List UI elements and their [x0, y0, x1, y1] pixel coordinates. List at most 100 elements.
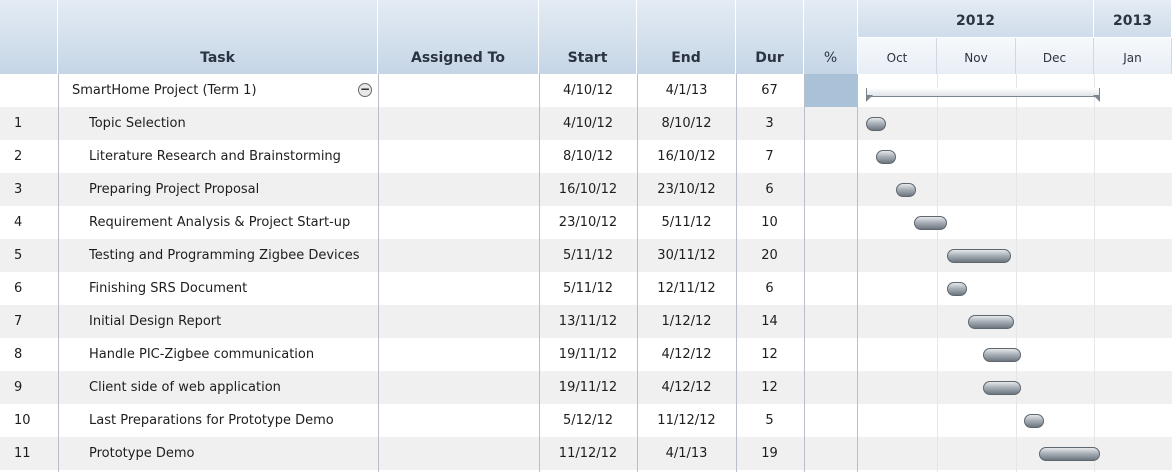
task-end: 1/12/12: [661, 314, 712, 329]
start-header-label: Start: [567, 50, 608, 66]
row-number-header[interactable]: [0, 0, 58, 74]
task-name: Last Preparations for Prototype Demo: [89, 413, 334, 428]
task-end: 4/12/12: [661, 347, 712, 362]
task-start: 5/12/12: [562, 413, 614, 428]
row-number: 10: [14, 413, 31, 428]
task-name: Handle PIC-Zigbee communication: [89, 347, 315, 362]
collapse-icon[interactable]: −: [358, 83, 372, 97]
task-column-header[interactable]: Task: [58, 0, 378, 74]
month-oct-header: Oct: [858, 38, 937, 74]
row-number: 5: [14, 248, 23, 263]
task-bar[interactable]: [914, 216, 948, 230]
task-header-label: Task: [200, 50, 235, 66]
task-end: 12/11/12: [657, 281, 716, 296]
column-divider: [539, 74, 540, 472]
row-number: 3: [14, 182, 23, 197]
task-bar[interactable]: [865, 117, 886, 131]
task-duration: 3: [765, 116, 774, 131]
task-bar[interactable]: [982, 348, 1022, 362]
task-bar[interactable]: [947, 282, 968, 296]
column-divider: [857, 74, 858, 472]
month-jan-header: Jan: [1094, 38, 1172, 74]
duration-column-header[interactable]: Dur: [736, 0, 804, 74]
task-end: 8/10/12: [661, 116, 712, 131]
task-start: 5/11/12: [562, 248, 614, 263]
summary-bar[interactable]: [865, 88, 1101, 102]
task-start: 5/11/12: [562, 281, 614, 296]
row-number: 6: [14, 281, 23, 296]
task-name: Finishing SRS Document: [89, 281, 248, 296]
percent-header-label: %: [823, 50, 838, 66]
task-duration: 10: [761, 215, 778, 230]
task-start: 19/11/12: [558, 380, 618, 395]
task-name: Testing and Programming Zigbee Devices: [89, 248, 360, 263]
summary-start: 4/10/12: [562, 83, 614, 98]
task-start: 4/10/12: [562, 116, 614, 131]
row-number: 2: [14, 149, 23, 164]
table-row[interactable]: 10 Last Preparations for Prototype Demo …: [0, 404, 1172, 437]
percent-column-header[interactable]: %: [804, 0, 858, 74]
table-row[interactable]: 2 Literature Research and Brainstorming …: [0, 140, 1172, 173]
task-bar[interactable]: [1023, 414, 1044, 428]
task-end: 30/11/12: [657, 248, 716, 263]
month-gridline: [1094, 74, 1095, 472]
gantt-chart: Task Assigned To Start End Dur % 2012 20…: [0, 0, 1172, 472]
row-number: 8: [14, 347, 23, 362]
row-number: 7: [14, 314, 23, 329]
row-number: 9: [14, 380, 23, 395]
task-duration: 19: [761, 446, 778, 461]
summary-task-name: SmartHome Project (Term 1): [72, 83, 257, 98]
duration-header-label: Dur: [755, 50, 784, 66]
task-bar[interactable]: [982, 381, 1022, 395]
task-name: Literature Research and Brainstorming: [89, 149, 341, 164]
table-row[interactable]: 1 Topic Selection 4/10/12 8/10/12 3: [0, 107, 1172, 140]
task-end: 4/1/13: [665, 446, 708, 461]
task-name: Topic Selection: [89, 116, 186, 131]
task-start: 19/11/12: [558, 347, 618, 362]
task-start: 13/11/12: [558, 314, 618, 329]
summary-percent-cell[interactable]: [804, 74, 857, 107]
row-number: 11: [14, 446, 31, 461]
task-name: Initial Design Report: [89, 314, 222, 329]
start-column-header[interactable]: Start: [539, 0, 637, 74]
task-bar[interactable]: [896, 183, 917, 197]
assigned-column-header[interactable]: Assigned To: [378, 0, 539, 74]
table-row[interactable]: 6 Finishing SRS Document 5/11/12 12/11/1…: [0, 272, 1172, 305]
end-header-label: End: [671, 50, 701, 66]
task-name: Preparing Project Proposal: [89, 182, 260, 197]
task-bar[interactable]: [1039, 447, 1101, 461]
summary-duration: 67: [761, 83, 778, 98]
task-start: 16/10/12: [558, 182, 618, 197]
task-start: 23/10/12: [558, 215, 618, 230]
table-row[interactable]: 11 Prototype Demo 11/12/12 4/1/13 19: [0, 437, 1172, 470]
task-bar[interactable]: [967, 315, 1014, 329]
task-end: 23/10/12: [657, 182, 716, 197]
column-divider: [58, 74, 59, 472]
summary-end: 4/1/13: [665, 83, 708, 98]
month-dec-header: Dec: [1016, 38, 1094, 74]
task-start: 8/10/12: [562, 149, 614, 164]
column-divider: [378, 74, 379, 472]
task-duration: 14: [761, 314, 778, 329]
row-number: 4: [14, 215, 23, 230]
task-end: 11/12/12: [657, 413, 716, 428]
task-bar[interactable]: [875, 150, 897, 164]
task-duration: 6: [765, 182, 774, 197]
column-divider: [637, 74, 638, 472]
month-gridline: [1016, 74, 1017, 472]
task-name: Requirement Analysis & Project Start-up: [89, 215, 351, 230]
task-duration: 20: [761, 248, 778, 263]
task-end: 5/11/12: [661, 215, 712, 230]
year-2012-header: 2012: [858, 0, 1094, 38]
month-nov-header: Nov: [937, 38, 1016, 74]
task-bar[interactable]: [947, 249, 1011, 263]
end-column-header[interactable]: End: [637, 0, 736, 74]
table-row[interactable]: 4 Requirement Analysis & Project Start-u…: [0, 206, 1172, 239]
task-duration: 6: [765, 281, 774, 296]
task-start: 11/12/12: [558, 446, 618, 461]
task-end: 4/12/12: [661, 380, 712, 395]
month-gridline: [937, 74, 938, 472]
task-duration: 12: [761, 380, 778, 395]
task-name: Client side of web application: [89, 380, 281, 395]
table-row[interactable]: 3 Preparing Project Proposal 16/10/12 23…: [0, 173, 1172, 206]
